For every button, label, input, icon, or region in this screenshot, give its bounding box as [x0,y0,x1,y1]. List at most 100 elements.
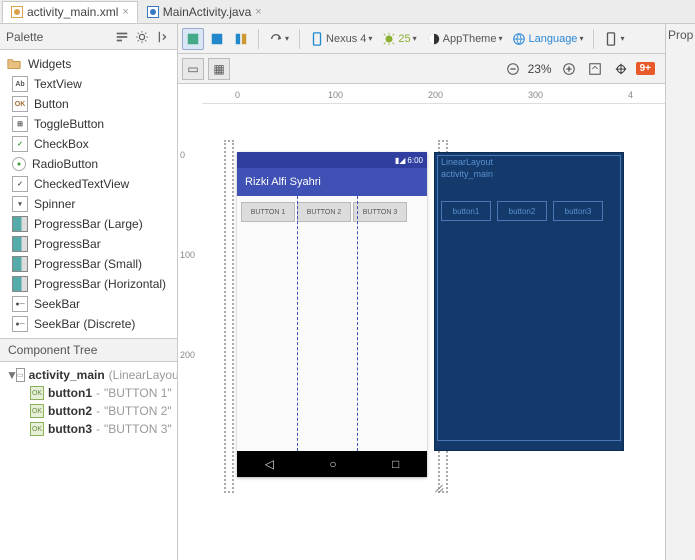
widget-progressbar-large[interactable]: ProgressBar (Large) [0,214,177,234]
orientation-icon[interactable] [265,28,293,50]
widget-seekbar-discrete[interactable]: ●─SeekBar (Discrete) [0,314,177,334]
nav-home-icon: ○ [329,457,336,471]
status-time: 6:00 [407,156,423,165]
textview-icon: Ab [12,76,28,92]
checkedtext-icon: ✓ [12,176,28,192]
pan-mode-icon[interactable]: ▦ [208,58,230,80]
widget-seekbar[interactable]: ●─SeekBar [0,294,177,314]
design-toolbar-2: ▭ ▦ 23% 9+ [178,54,665,84]
widget-spinner[interactable]: ▾Spinner [0,194,177,214]
properties-panel[interactable]: Prop [665,24,695,560]
tree-root[interactable]: ▼ ▭ activity_main (LinearLayout) [0,366,177,384]
preview-button2[interactable]: BUTTON 2 [297,202,351,222]
progress-icon [12,276,28,292]
zoom-out-icon[interactable] [504,60,522,78]
java-file-icon [147,6,159,18]
gear-icon[interactable] [133,28,151,46]
tab-label: activity_main.xml [27,5,118,19]
editor-tabs: activity_main.xml × MainActivity.java × [0,0,695,24]
radio-icon: ● [12,157,26,171]
resize-handle-icon[interactable] [434,480,446,492]
xml-file-icon [11,6,23,18]
toggle-icon: ⊞ [12,116,28,132]
component-tree-header: Component Tree [0,338,177,362]
button-icon: OK [12,96,28,112]
ruler-horizontal: 0 100 200 300 4 [202,84,665,104]
nav-bar: ◁ ○ □ [237,451,427,477]
design-toolbar: Nexus 4 25 AppTheme Language [178,24,665,54]
widget-button[interactable]: OKButton [0,94,177,114]
preview-body: BUTTON 1 BUTTON 2 BUTTON 3 [237,196,427,451]
tab-main-activity[interactable]: MainActivity.java × [138,1,271,23]
bp-button1[interactable]: button1 [441,201,491,221]
spinner-icon: ▾ [12,196,28,212]
widget-progressbar[interactable]: ProgressBar [0,234,177,254]
api-select[interactable]: 25 [378,28,420,50]
device-select[interactable]: Nexus 4 [306,28,376,50]
collapse-icon[interactable] [153,28,171,46]
design-view-icon[interactable] [182,28,204,50]
widget-checkbox[interactable]: ✓CheckBox [0,134,177,154]
checkbox-icon: ✓ [12,136,28,152]
button-icon: OK [30,404,44,418]
seekbar-icon: ●─ [12,296,28,312]
zoom-fit-icon[interactable] [586,60,604,78]
layout-icon: ▭ [16,368,25,382]
layout-guide [297,196,298,451]
close-icon[interactable]: × [255,6,261,18]
preview-button3[interactable]: BUTTON 3 [353,202,407,222]
theme-select[interactable]: AppTheme [423,28,507,50]
button-icon: OK [30,422,44,436]
ruler-vertical: 0 100 200 [178,104,202,560]
both-view-icon[interactable] [230,28,252,50]
palette-widgets: Widgets AbTextView OKButton ⊞ToggleButto… [0,50,177,338]
language-select[interactable]: Language [508,28,587,50]
bp-button3[interactable]: button3 [553,201,603,221]
pan-icon[interactable] [612,60,630,78]
guide-bounds [224,140,234,493]
layout-guide [357,196,358,451]
bp-button2[interactable]: button2 [497,201,547,221]
app-bar: Rizki Alfi Syahri [237,168,427,196]
design-canvas[interactable]: 0 100 200 300 4 0 100 200 ▮◢ [178,84,665,560]
widget-textview[interactable]: AbTextView [0,74,177,94]
folder-icon [6,56,22,72]
tree-item-button3[interactable]: OK button3 - "BUTTON 3" [0,420,177,438]
progress-icon [12,216,28,232]
blueprint-preview[interactable]: LinearLayout activity_main button1 butto… [434,152,624,451]
widget-progressbar-horizontal[interactable]: ProgressBar (Horizontal) [0,274,177,294]
blueprint-view-icon[interactable] [206,28,228,50]
palette-title: Palette [6,30,111,44]
signal-icon: ▮◢ [395,156,406,165]
tree-item-button2[interactable]: OK button2 - "BUTTON 2" [0,402,177,420]
select-mode-icon[interactable]: ▭ [182,58,204,80]
warnings-badge[interactable]: 9+ [636,62,655,75]
tab-label: MainActivity.java [163,5,251,19]
widget-togglebutton[interactable]: ⊞ToggleButton [0,114,177,134]
tree-item-button1[interactable]: OK button1 - "BUTTON 1" [0,384,177,402]
progress-icon [12,256,28,272]
close-icon[interactable]: × [122,6,128,18]
zoom-value: 23% [528,62,552,76]
progress-icon [12,236,28,252]
component-tree: ▼ ▭ activity_main (LinearLayout) OK butt… [0,362,177,442]
palette-header: Palette [0,24,177,50]
device-preview[interactable]: ▮◢ 6:00 Rizki Alfi Syahri BUTTON 1 BUTTO… [237,152,427,477]
widget-radiobutton[interactable]: ●RadioButton [0,154,177,174]
seekbar-icon: ●─ [12,316,28,332]
widget-progressbar-small[interactable]: ProgressBar (Small) [0,254,177,274]
zoom-in-icon[interactable] [560,60,578,78]
bp-root-outline [437,155,621,441]
widget-checkedtextview[interactable]: ✓CheckedTextView [0,174,177,194]
widget-group[interactable]: Widgets [0,54,177,74]
palette-view-icon[interactable] [113,28,131,46]
variant-select[interactable] [600,28,628,50]
properties-label: Prop [668,28,693,42]
button-icon: OK [30,386,44,400]
nav-recent-icon: □ [392,457,399,471]
preview-button1[interactable]: BUTTON 1 [241,202,295,222]
status-bar: ▮◢ 6:00 [237,152,427,168]
expand-icon[interactable]: ▼ [6,368,16,382]
nav-back-icon: ◁ [265,457,274,471]
tab-activity-main[interactable]: activity_main.xml × [2,1,138,23]
